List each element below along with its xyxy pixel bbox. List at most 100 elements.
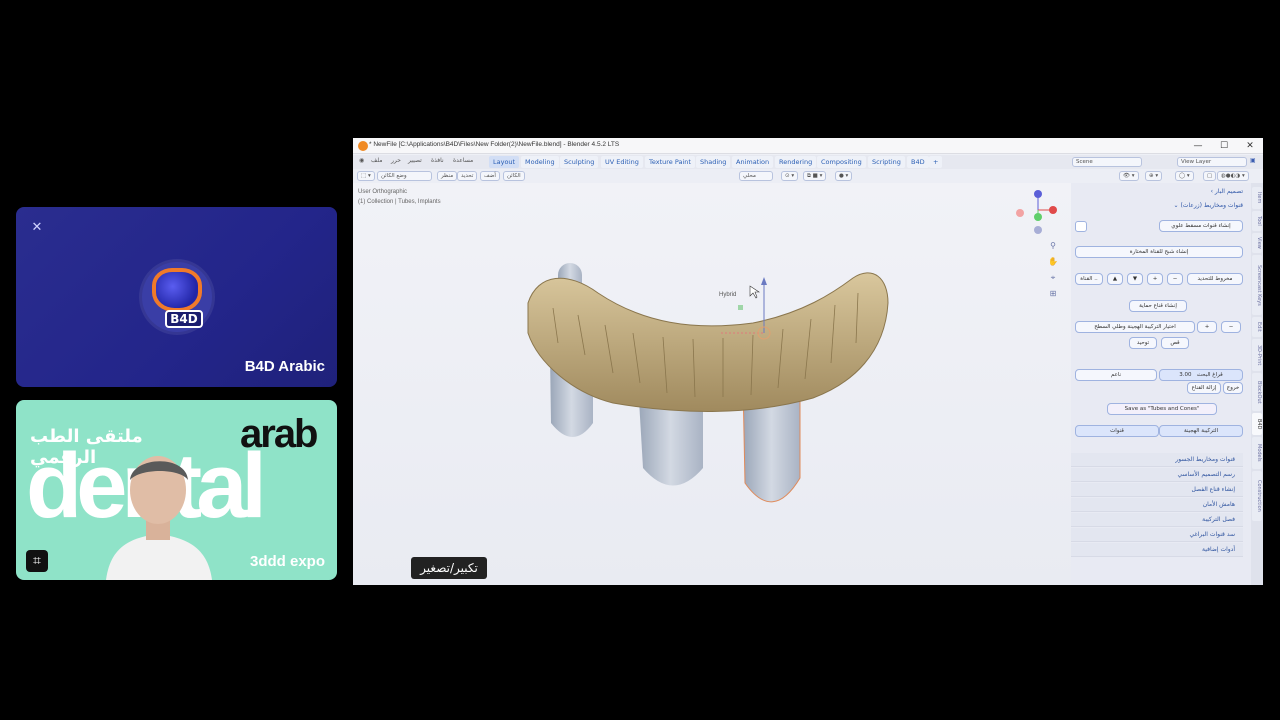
scene-selector[interactable]: Scene bbox=[1072, 157, 1142, 167]
editor-type-button[interactable]: ⬚ ▾ bbox=[357, 171, 375, 181]
pivot-icon[interactable]: ⊙ ▾ bbox=[781, 171, 799, 181]
create-mesh-button[interactable]: إنشاء شبح للقناة المختارة bbox=[1075, 246, 1243, 258]
side-tab-models[interactable]: Models bbox=[1252, 437, 1262, 469]
b4d-logo-icon bbox=[152, 268, 202, 312]
add-workspace-button[interactable]: + bbox=[929, 156, 943, 168]
menu-select[interactable]: تحديد bbox=[457, 171, 478, 181]
mode-selector[interactable]: وضع الكائن bbox=[377, 171, 432, 181]
menu-add[interactable]: أضف bbox=[480, 171, 500, 181]
cones-select-button[interactable]: مخروط للتحديد bbox=[1187, 273, 1243, 285]
visibility-icon[interactable]: 👁 ▾ bbox=[1119, 171, 1139, 181]
minimize-button[interactable]: — bbox=[1185, 140, 1211, 152]
side-tab-blockout[interactable]: BlockOut bbox=[1252, 373, 1262, 411]
blender-logo-icon bbox=[358, 141, 368, 151]
collection-info-label: (1) Collection | Tubes, Implants bbox=[358, 199, 441, 205]
tab-texture-paint[interactable]: Texture Paint bbox=[645, 156, 695, 168]
sidebar-tab-strip: Item Tool View Screencast Keys Edit 3D-P… bbox=[1251, 183, 1263, 585]
shading-modes-icon[interactable]: ◍●◐◑ ▾ bbox=[1217, 171, 1249, 181]
implants-title: قنوات ومخاريط (زرعات) bbox=[1180, 202, 1243, 209]
close-button[interactable]: ✕ bbox=[1237, 140, 1263, 152]
camera-icon[interactable]: ⌖ bbox=[1048, 273, 1058, 283]
xray-icon[interactable]: ▢ bbox=[1203, 171, 1217, 181]
zoom-icon[interactable]: ⚲ bbox=[1048, 241, 1058, 251]
b4d-logo-badge: B4D bbox=[165, 310, 203, 328]
mouse-cursor bbox=[749, 285, 760, 299]
remove-mask-button[interactable]: إزالة القناع bbox=[1187, 382, 1221, 394]
panel-header-bar-design[interactable]: تصميم البار › bbox=[1075, 186, 1243, 198]
view-layer-selector[interactable]: View Layer bbox=[1177, 157, 1247, 167]
hybrid-add-button[interactable]: + bbox=[1197, 321, 1217, 333]
menu-object[interactable]: الكائن bbox=[503, 171, 525, 181]
snap-icon[interactable]: ⧉ ■ ▾ bbox=[803, 171, 827, 181]
tab-uv-editing[interactable]: UV Editing bbox=[601, 156, 643, 168]
tab-shading[interactable]: Shading bbox=[696, 156, 731, 168]
section-close-screw-channels[interactable]: سد قنوات البراغي bbox=[1071, 528, 1243, 542]
overlay-icon[interactable]: ◯ ▾ bbox=[1175, 171, 1194, 181]
unify-button[interactable]: توحيد bbox=[1129, 337, 1157, 349]
crop-icon[interactable]: ⌗ bbox=[26, 550, 48, 572]
presenter-video bbox=[106, 456, 212, 580]
hybrid-object-label: Hybrid bbox=[719, 292, 737, 298]
option-checkbox[interactable] bbox=[1075, 221, 1087, 232]
hybrid-toggle[interactable]: التركيبة الهجينة bbox=[1159, 425, 1243, 437]
exit-button[interactable]: خروج bbox=[1223, 382, 1243, 394]
menu-view[interactable]: منظر bbox=[437, 171, 458, 181]
tab-scripting[interactable]: Scripting bbox=[868, 156, 905, 168]
hybrid-remove-button[interactable]: − bbox=[1221, 321, 1241, 333]
menu-edit[interactable]: حرر bbox=[391, 157, 401, 164]
menu-file[interactable]: ملف bbox=[371, 157, 382, 164]
section-separation-mask[interactable]: إنشاء قناع الفصل bbox=[1071, 483, 1243, 497]
tab-layout[interactable]: Layout bbox=[489, 156, 520, 168]
pan-hand-icon[interactable]: ✋ bbox=[1048, 257, 1058, 267]
move-up-button[interactable]: ▲ bbox=[1107, 273, 1123, 285]
side-tab-screencast[interactable]: Screencast Keys bbox=[1252, 255, 1262, 315]
section-safety-margin[interactable]: هامش الأمان bbox=[1071, 498, 1243, 512]
side-tab-tool[interactable]: Tool bbox=[1252, 211, 1262, 231]
blender-menu-icon[interactable]: ◉ bbox=[359, 157, 364, 164]
menu-render[interactable]: تصيير bbox=[408, 157, 422, 164]
side-tab-construction[interactable]: Construction bbox=[1252, 471, 1262, 521]
maximize-button[interactable]: ☐ bbox=[1211, 140, 1237, 152]
tab-sculpting[interactable]: Sculpting bbox=[560, 156, 599, 168]
channel-button[interactable]: القناة .. bbox=[1075, 273, 1103, 285]
cut-button[interactable]: قص bbox=[1161, 337, 1189, 349]
tab-modeling[interactable]: Modeling bbox=[521, 156, 559, 168]
panel-header-implants[interactable]: قنوات ومخاريط (زرعات) ⌄ bbox=[1075, 200, 1243, 212]
remove-button[interactable]: − bbox=[1167, 273, 1183, 285]
3d-viewport[interactable]: User Orthographic (1) Collection | Tubes… bbox=[353, 183, 1071, 585]
tab-animation[interactable]: Animation bbox=[732, 156, 774, 168]
side-tab-3d-print[interactable]: 3D-Print bbox=[1252, 339, 1262, 371]
channels-toggle[interactable]: قنوات bbox=[1075, 425, 1159, 437]
grid-view-icon[interactable]: ⊞ bbox=[1048, 289, 1058, 299]
section-extra-tools[interactable]: أدوات إضافية bbox=[1071, 543, 1243, 557]
section-separate-prosthesis[interactable]: فصل التركيبة bbox=[1071, 513, 1243, 527]
expo-name-label: 3ddd expo bbox=[249, 553, 325, 570]
title-bar: * NewFile [C:\Applications\B4D\Files\New… bbox=[353, 138, 1263, 154]
orientation-selector[interactable]: محلي bbox=[739, 171, 773, 181]
smooth-toggle[interactable]: ناعم bbox=[1075, 369, 1157, 381]
view-info-label: User Orthographic bbox=[358, 189, 408, 195]
tab-rendering[interactable]: Rendering bbox=[775, 156, 817, 168]
move-down-button[interactable]: ▼ bbox=[1127, 273, 1143, 285]
save-as-tubes-button[interactable]: Save as "Tubes and Cones" bbox=[1107, 403, 1217, 415]
add-button[interactable]: + bbox=[1147, 273, 1163, 285]
gizmo-icon[interactable]: ⊕ ▾ bbox=[1145, 171, 1163, 181]
view-layer-icon[interactable]: ▣ bbox=[1250, 157, 1256, 164]
side-tab-item[interactable]: Item bbox=[1252, 187, 1262, 209]
side-tab-edit[interactable]: Edit bbox=[1252, 317, 1262, 337]
tab-compositing[interactable]: Compositing bbox=[817, 156, 866, 168]
side-tab-view[interactable]: View bbox=[1252, 233, 1262, 253]
section-bridge-channels[interactable]: قنوات ومخاريط الجسور bbox=[1071, 453, 1243, 467]
hybrid-select-button[interactable]: اختيار التركيبة الهجينة وطلي السطح bbox=[1075, 321, 1195, 333]
side-tab-b4d[interactable]: B4D bbox=[1252, 413, 1262, 435]
dental-arch bbox=[527, 272, 889, 412]
offset-field[interactable]: قراغ البحث 3.00 bbox=[1159, 369, 1243, 381]
create-channels-button[interactable]: إنشاء قنوات مسقط علوي bbox=[1159, 220, 1243, 232]
section-base-design[interactable]: رسم التصميم الأساسي bbox=[1071, 468, 1243, 482]
proportional-icon[interactable]: ● ▾ bbox=[835, 171, 853, 181]
menu-window[interactable]: نافذة bbox=[431, 157, 444, 164]
menu-help[interactable]: مساعدة bbox=[453, 157, 473, 164]
tab-b4d[interactable]: B4D bbox=[907, 156, 929, 168]
protective-mask-button[interactable]: إنشاء قناع حماية bbox=[1129, 300, 1187, 312]
window-title: * NewFile [C:\Applications\B4D\Files\New… bbox=[369, 141, 620, 148]
